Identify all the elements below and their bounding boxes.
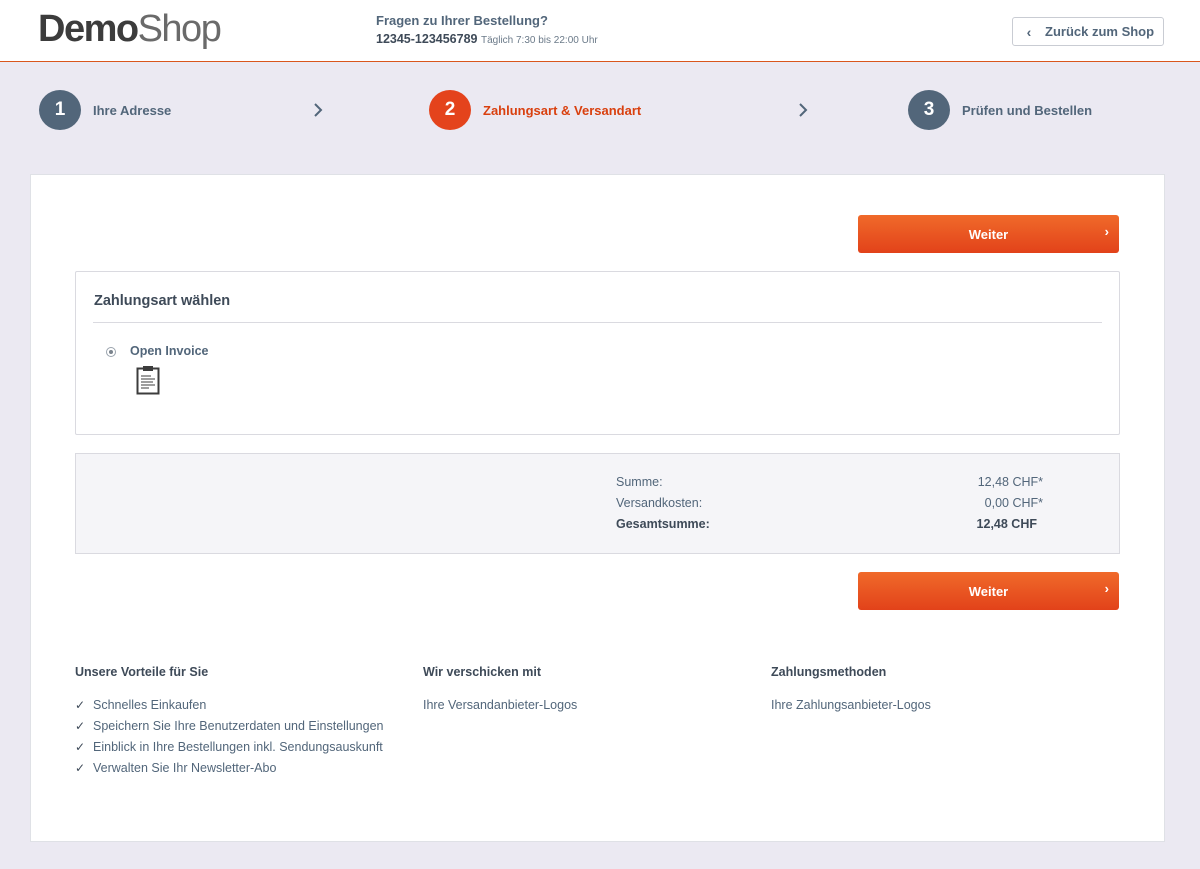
step-label: Zahlungsart & Versandart [483,102,642,118]
benefit-text: Speichern Sie Ihre Benutzerdaten und Ein… [93,719,384,733]
list-item: ✓ Speichern Sie Ihre Benutzerdaten und Ei… [75,716,383,737]
next-button-top[interactable]: Weiter › [858,215,1119,253]
benefits-list: ✓ Schnelles Einkaufen ✓ Speichern Sie Ihre… [75,695,383,779]
step-label: Ihre Adresse [93,102,172,118]
checkmark-icon: ✓ [75,761,86,775]
footer-shipping: Wir verschicken mit Ihre Versandanbieter… [423,665,577,716]
summary-label: Gesamtsumme: [616,517,710,531]
chevron-right-icon: › [1104,581,1109,596]
checkout-steps: 1 Ihre Adresse 2 Zahlungsart & Versandar… [0,62,1200,162]
step-number: 3 [908,90,950,130]
chevron-right-icon: › [1104,224,1109,239]
checkmark-icon: ✓ [75,719,86,733]
summary-value: 0,00 CHF* [984,496,1043,510]
list-item: ✓ Verwalten Sie Ihr Newsletter-Abo [75,758,383,779]
summary-row-shipping: Versandkosten: 0,00 CHF* [616,496,1043,510]
payment-logos-placeholder: Ihre Zahlungsanbieter-Logos [771,698,931,712]
payment-method-title: Zahlungsart wählen [94,293,231,309]
shop-logo[interactable]: DemoShop [38,8,222,50]
step-address: 1 Ihre Adresse [39,90,171,130]
step-chevron-right-icon [311,100,325,120]
checkout-card: Weiter › Zahlungsart wählen Open Invoice… [30,174,1165,842]
hotline-info: Fragen zu Ihrer Bestellung? 12345-123456… [376,13,598,50]
clipboard-icon [136,365,160,400]
order-summary: Summe: 12,48 CHF* Versandkosten: 0,00 CH… [75,453,1120,554]
footer-payment-title: Zahlungsmethoden [771,665,887,679]
step-label: Prüfen und Bestellen [962,102,1093,118]
step-payment-shipping: 2 Zahlungsart & Versandart [429,90,641,130]
hotline-hours: Täglich 7:30 bis 22:00 Uhr [480,35,598,46]
back-to-shop-button[interactable]: ‹ Zurück zum Shop [1012,17,1164,46]
list-item: ✓ Einblick in Ihre Bestellungen inkl. Sen… [75,737,383,758]
summary-value: 12,48 CHF [976,517,1037,531]
logo-demo-text: Demo [38,8,139,50]
step-number: 1 [39,90,81,130]
footer-benefits-title: Unsere Vorteile für Sie [75,665,209,679]
payment-radio-open-invoice[interactable] [106,347,116,357]
hotline-line: 12345-123456789 Täglich 7:30 bis 22:00 U… [376,30,598,50]
footer-benefits: Unsere Vorteile für Sie ✓ Schnelles Einka… [75,665,383,779]
hotline-number: 12345-123456789 [376,32,478,46]
payment-method-name[interactable]: Open Invoice [130,344,209,358]
divider [93,322,1102,323]
footer-shipping-title: Wir verschicken mit [423,665,541,679]
summary-label: Summe: [616,475,663,489]
summary-label: Versandkosten: [616,496,703,510]
summary-value: 12,48 CHF* [977,475,1043,489]
summary-row-total: Gesamtsumme: 12,48 CHF [616,517,1037,531]
next-button-label: Weiter [968,583,1009,599]
page-header: DemoShop Fragen zu Ihrer Bestellung? 123… [0,0,1200,62]
payment-method-panel: Zahlungsart wählen Open Invoice [75,271,1120,435]
logo-shop-text: Shop [137,8,222,50]
summary-row-subtotal: Summe: 12,48 CHF* [616,475,1043,489]
checkmark-icon: ✓ [75,698,86,712]
step-number: 2 [429,90,471,130]
step-review-order: 3 Prüfen und Bestellen [908,90,1092,130]
benefit-text: Einblick in Ihre Bestellungen inkl. Send… [93,740,383,754]
chevron-left-icon: ‹ [1026,23,1032,40]
shipping-logos-placeholder: Ihre Versandanbieter-Logos [423,698,578,712]
benefit-text: Schnelles Einkaufen [93,698,207,712]
next-button-label: Weiter [968,226,1009,242]
list-item: ✓ Schnelles Einkaufen [75,695,383,716]
checkmark-icon: ✓ [75,740,86,754]
back-to-shop-label: Zurück zum Shop [1045,24,1155,39]
step-chevron-right-icon [796,100,810,120]
benefit-text: Verwalten Sie Ihr Newsletter-Abo [93,761,277,775]
hotline-question: Fragen zu Ihrer Bestellung? [376,13,548,28]
radio-selected-dot [109,350,113,354]
footer-payment-methods: Zahlungsmethoden Ihre Zahlungsanbieter-L… [771,665,931,716]
next-button-bottom[interactable]: Weiter › [858,572,1119,610]
